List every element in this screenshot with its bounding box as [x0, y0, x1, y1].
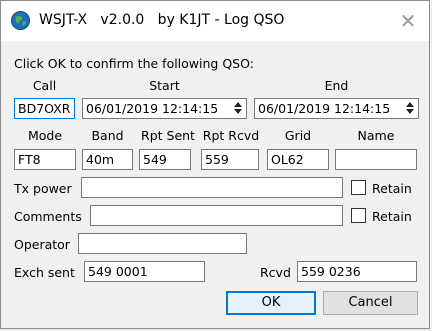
comments-label: Comments — [14, 209, 82, 224]
retain-tx-power-label: Retain — [372, 181, 412, 196]
rpt-sent-header: Rpt Sent — [141, 128, 195, 143]
end-datetime-field[interactable]: 06/01/2019 12:14:15 — [254, 98, 419, 119]
ok-button[interactable]: OK — [226, 291, 316, 315]
log-qso-dialog: WSJT-X v2.0.0 by K1JT - Log QSO ✕ Click … — [0, 0, 430, 329]
exch-sent-field[interactable]: 549 0001 — [84, 261, 205, 282]
spin-down-icon[interactable] — [406, 109, 414, 114]
mode-header: Mode — [27, 128, 63, 143]
spin-down-icon[interactable] — [234, 109, 242, 114]
tx-power-label: Tx power — [14, 181, 72, 196]
comments-field[interactable] — [90, 205, 343, 226]
rcvd-label: Rcvd — [260, 265, 291, 280]
start-datetime-field[interactable]: 06/01/2019 12:14:15 — [82, 98, 247, 119]
tx-power-field[interactable] — [81, 177, 343, 198]
spin-up-icon[interactable] — [234, 102, 242, 107]
retain-comments-checkbox[interactable] — [351, 208, 366, 223]
rpt-rcvd-field[interactable]: 559 — [201, 149, 259, 170]
rcvd-field[interactable]: 559 0236 — [297, 261, 417, 282]
operator-label: Operator — [14, 237, 70, 252]
call-header: Call — [32, 78, 57, 93]
mode-field[interactable]: FT8 — [14, 149, 76, 170]
rpt-sent-field[interactable]: 549 — [139, 149, 191, 170]
name-header: Name — [357, 128, 395, 143]
grid-field[interactable]: OL62 — [267, 149, 329, 170]
start-datetime-value: 06/01/2019 12:14:15 — [86, 101, 219, 116]
exch-sent-label: Exch sent — [14, 265, 75, 280]
end-datetime-value: 06/01/2019 12:14:15 — [258, 101, 391, 116]
band-header: Band — [91, 128, 124, 143]
retain-comments-label: Retain — [372, 209, 412, 224]
grid-header: Grid — [284, 128, 312, 143]
title-bar: WSJT-X v2.0.0 by K1JT - Log QSO ✕ — [1, 1, 429, 41]
start-spinner[interactable] — [232, 101, 244, 116]
call-field[interactable]: BD7OXR — [14, 98, 75, 119]
name-field[interactable] — [335, 149, 417, 170]
window-title: WSJT-X v2.0.0 by K1JT - Log QSO — [39, 12, 285, 28]
close-icon[interactable]: ✕ — [397, 10, 419, 32]
end-header: End — [324, 78, 349, 93]
rpt-rcvd-header: Rpt Rcvd — [202, 128, 260, 143]
operator-field[interactable] — [78, 233, 247, 254]
retain-tx-power-checkbox[interactable] — [351, 180, 366, 195]
cancel-button[interactable]: Cancel — [323, 291, 418, 315]
end-spinner[interactable] — [404, 101, 416, 116]
wsjtx-app-icon — [11, 11, 30, 30]
confirm-prompt: Click OK to confirm the following QSO: — [14, 56, 254, 71]
start-header: Start — [149, 78, 180, 93]
band-field[interactable]: 40m — [82, 149, 133, 170]
spin-up-icon[interactable] — [406, 102, 414, 107]
